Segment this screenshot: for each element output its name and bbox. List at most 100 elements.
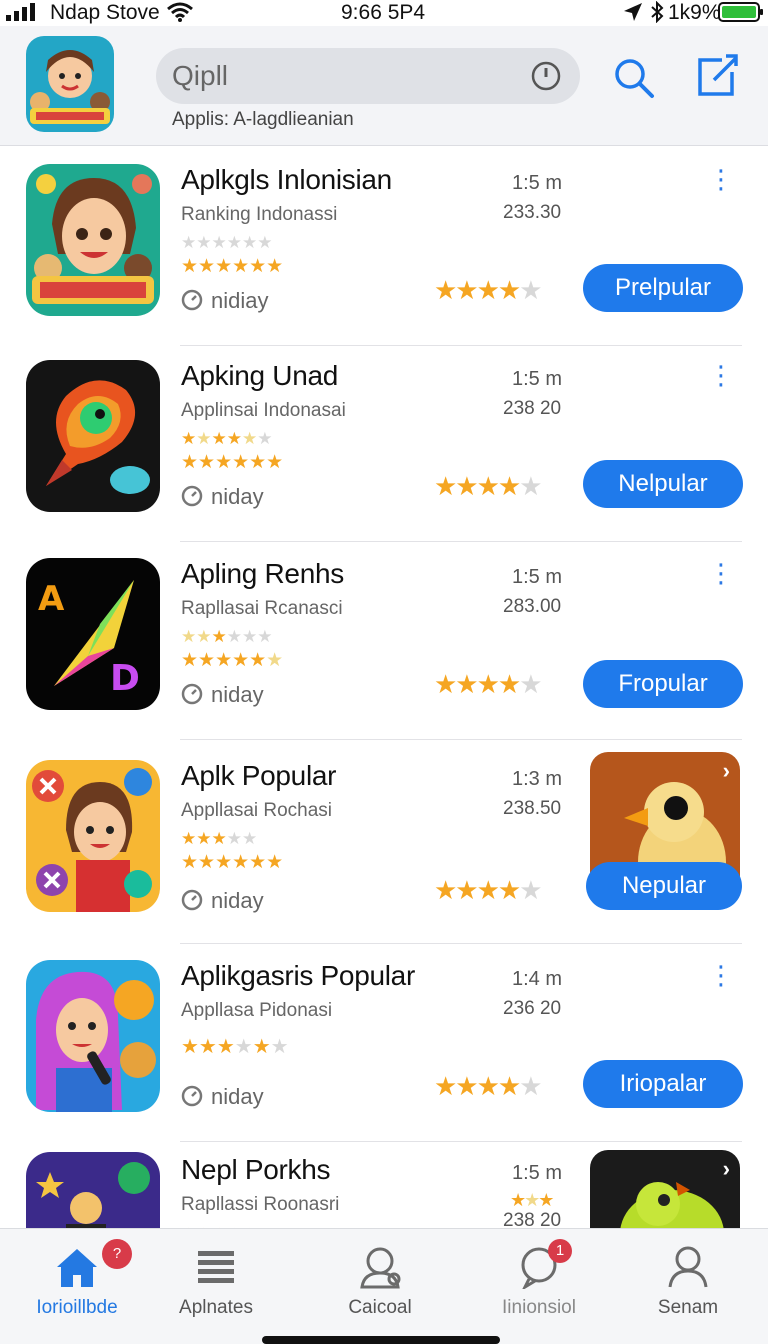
chevron-right-icon: ›: [722, 758, 730, 783]
clock-icon: [181, 683, 203, 705]
tab-label: Caicoal: [348, 1297, 412, 1318]
wifi-icon: [167, 2, 193, 22]
app-icon: A D: [26, 558, 160, 710]
get-button[interactable]: Nepular: [586, 862, 742, 910]
app-name: Aplikgasris Popular: [181, 960, 415, 991]
tab-search[interactable]: Caicoal: [303, 1229, 457, 1329]
app-logo[interactable]: [26, 36, 114, 132]
app-icon: [26, 960, 160, 1112]
tab-apps[interactable]: Aplnates: [139, 1229, 293, 1329]
more-options-icon[interactable]: ⋮: [708, 166, 734, 196]
list-item[interactable]: Apking Unad Applinsai Indonasai ★★★★★★ ★…: [0, 344, 768, 542]
clock-icon: [181, 1085, 203, 1107]
preview-card[interactable]: ›: [590, 1150, 740, 1228]
header-subtitle: Applis: A-lagdlieanian: [172, 109, 354, 130]
small-stars: ★★★★★★: [181, 429, 273, 448]
tab-label: Senam: [657, 1297, 719, 1318]
battery-icon: [718, 2, 763, 22]
small-stars: ★★★★★★: [181, 627, 273, 646]
time-line: nidiay: [181, 288, 268, 314]
header: Applis: A-lagdlieanian: [0, 26, 768, 146]
get-button[interactable]: Iriopalar: [583, 1060, 743, 1108]
signal-icon: [6, 3, 35, 21]
tab-profile[interactable]: Senam: [611, 1229, 765, 1329]
app-subtitle: Applinsai Indonasai: [181, 400, 346, 421]
tab-label: Aplnates: [179, 1297, 253, 1318]
app-downloads: 238 20: [503, 1210, 562, 1228]
small-stars: ★★★★★: [181, 829, 258, 848]
app-icon: [26, 360, 160, 512]
app-name: Apling Renhs: [181, 558, 344, 589]
app-name: Nepl Porkhs: [181, 1154, 331, 1185]
get-button[interactable]: Nelpular: [583, 460, 743, 508]
clock-time: 9:66 5P4: [341, 1, 426, 24]
search-bar: [156, 48, 580, 104]
main-stars: ★★★★★★: [181, 452, 284, 473]
chevron-right-icon: ›: [722, 1156, 730, 1181]
svg-text:A: A: [38, 579, 65, 619]
tab-bar: ? Iorioillbde Aplnates Caicoal 1 Iinions…: [0, 1228, 768, 1344]
rating-stars: ★★★★★: [434, 669, 543, 699]
main-stars: ★★★★★★: [181, 650, 284, 671]
compose-icon[interactable]: [692, 52, 740, 100]
get-button[interactable]: Prelpular: [583, 264, 743, 312]
rating-stars: ★★★★★: [434, 875, 543, 905]
bluetooth-icon: [651, 1, 664, 23]
clock-icon: [181, 289, 203, 311]
tab-badge: ?: [102, 1239, 132, 1269]
list-item[interactable]: Aplk Popular Appllasai Rochasi ★★★★★ ★★★…: [0, 744, 768, 944]
home-icon: [57, 1249, 97, 1287]
divider: [180, 739, 742, 740]
list-item[interactable]: Aplkgls Inlonisian Ranking Indonassi ★★★…: [0, 148, 768, 346]
app-icon: [26, 1152, 160, 1228]
tab-label: Iorioillbde: [36, 1297, 118, 1318]
mic-icon[interactable]: [530, 60, 562, 92]
time-line: niday: [181, 484, 264, 510]
tab-label: Iinionsiol: [502, 1297, 576, 1318]
app-icon: [26, 164, 160, 316]
list-item[interactable]: Aplikgasris Popular Appllasa Pidonasi ★★…: [0, 944, 768, 1142]
app-name: Apking Unad: [181, 360, 339, 391]
svg-text:D: D: [110, 658, 140, 699]
location-icon: [624, 3, 642, 21]
list-item[interactable]: Nepl Porkhs Rapllassi Roonasri ★★★★★ 1:5…: [0, 1138, 768, 1228]
rating-stars: ★★★★★: [434, 1071, 543, 1101]
app-subtitle: Ranking Indonassi: [181, 204, 338, 225]
time-text: niday: [211, 484, 264, 509]
more-options-icon[interactable]: ⋮: [708, 962, 734, 992]
app-size: 1:5 m: [512, 172, 563, 194]
tab-home[interactable]: ? Iorioillbde: [0, 1229, 154, 1329]
list-item[interactable]: A D Apling Renhs Rapllasai Rcanasci ★★★★…: [0, 542, 768, 740]
profile-icon: [668, 1246, 708, 1288]
more-options-icon[interactable]: ⋮: [708, 362, 734, 392]
tab-badge: 1: [548, 1239, 572, 1263]
app-subtitle: Rapllassi Roonasri: [181, 1194, 340, 1215]
app-downloads: 233.30: [503, 202, 562, 223]
app-size: 1:5 m: [512, 566, 563, 588]
app-subtitle: Appllasa Pidonasi: [181, 1000, 333, 1021]
app-size: 1:5 m: [512, 1162, 563, 1184]
tab-messages[interactable]: 1 Iinionsiol: [462, 1229, 616, 1329]
time-line: niday: [181, 1084, 264, 1110]
search-icon[interactable]: [612, 56, 656, 100]
app-list: Aplkgls Inlonisian Ranking Indonassi ★★★…: [0, 148, 768, 1228]
more-options-icon[interactable]: ⋮: [708, 560, 734, 590]
app-subtitle: Appllasai Rochasi: [181, 800, 333, 821]
app-name: Aplk Popular: [181, 760, 337, 791]
main-stars: ★★★★★★: [181, 256, 284, 277]
search-input[interactable]: [172, 56, 512, 96]
clock-icon: [181, 889, 203, 911]
get-button[interactable]: Fropular: [583, 660, 743, 708]
app-name: Aplkgls Inlonisian: [181, 164, 392, 195]
status-bar: Ndap Stove 9:66 5P4 1k9%: [0, 0, 768, 26]
time-text: niday: [211, 682, 264, 707]
time-text: niday: [211, 1084, 264, 1109]
rating-stars: ★★★★★: [434, 275, 543, 305]
app-icon: [26, 760, 160, 912]
time-line: niday: [181, 682, 264, 708]
app-downloads: 238 20: [503, 398, 562, 419]
list-icon: [198, 1251, 234, 1283]
person-search-icon: [360, 1247, 401, 1289]
app-subtitle: Rapllasai Rcanasci: [181, 598, 343, 619]
home-indicator[interactable]: [262, 1336, 500, 1344]
